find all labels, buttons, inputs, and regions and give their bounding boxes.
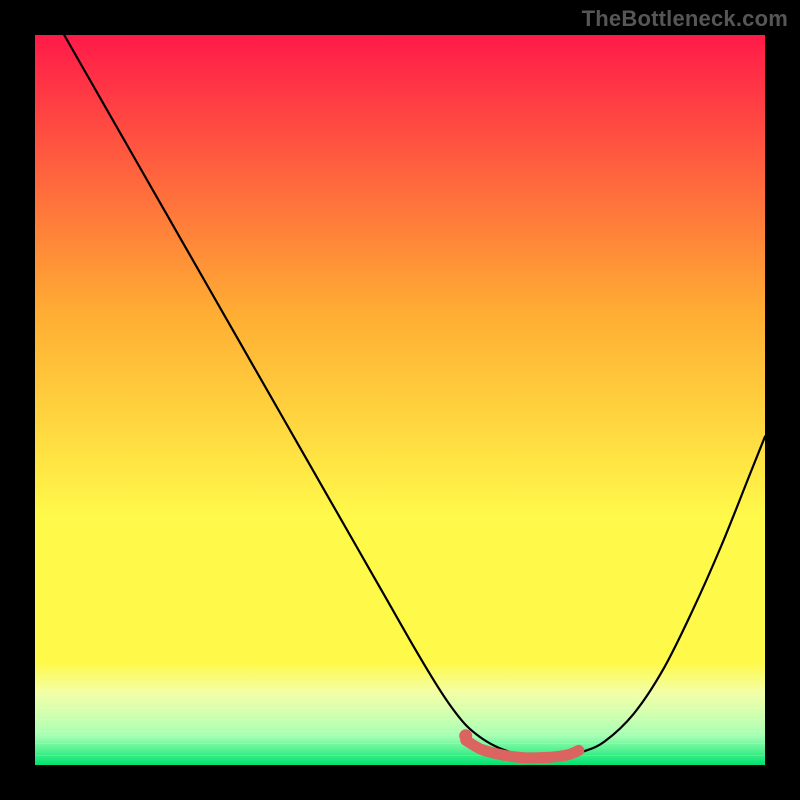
watermark-text: TheBottleneck.com	[582, 6, 788, 32]
chart-frame: TheBottleneck.com	[0, 0, 800, 800]
plot-area	[35, 35, 765, 765]
bottleneck-chart	[35, 35, 765, 765]
